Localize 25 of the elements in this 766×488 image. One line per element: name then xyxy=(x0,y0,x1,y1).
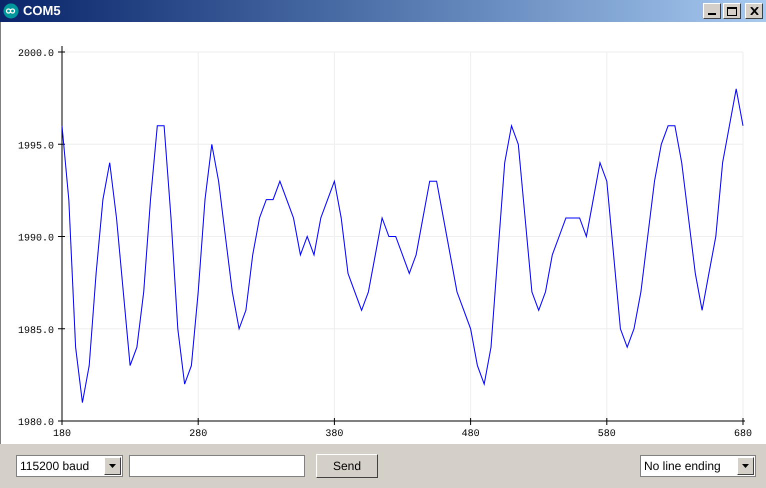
x-tick-label: 380 xyxy=(325,429,344,440)
window-title: COM5 xyxy=(23,2,61,20)
close-icon xyxy=(750,7,758,15)
x-tick-label: 180 xyxy=(53,429,71,440)
x-tick-label: 680 xyxy=(734,429,752,440)
maximize-icon xyxy=(727,6,737,16)
y-tick-label: 1990.0 xyxy=(18,234,54,244)
line-ending-dropdown[interactable]: No line ending xyxy=(640,455,756,477)
close-button[interactable] xyxy=(745,3,763,19)
baud-rate-dropdown[interactable]: 115200 baud xyxy=(16,455,123,477)
x-tick-label: 480 xyxy=(462,429,480,440)
y-tick-label: 1995.0 xyxy=(18,141,54,152)
send-button[interactable]: Send xyxy=(316,454,378,478)
dropdown-arrow-icon xyxy=(109,464,116,468)
minimize-icon xyxy=(708,13,716,15)
x-tick-label: 580 xyxy=(598,429,616,440)
dropdown-arrow-icon xyxy=(742,464,749,468)
message-input-field[interactable] xyxy=(129,455,305,477)
y-tick-label: 1985.0 xyxy=(18,326,54,337)
maximize-button[interactable] xyxy=(723,3,741,19)
minimize-button[interactable] xyxy=(703,3,721,19)
x-tick-label: 280 xyxy=(189,429,208,440)
y-tick-label: 1980.0 xyxy=(18,418,54,429)
app-logo-icon xyxy=(3,3,19,19)
y-tick-label: 2000.0 xyxy=(18,49,54,60)
